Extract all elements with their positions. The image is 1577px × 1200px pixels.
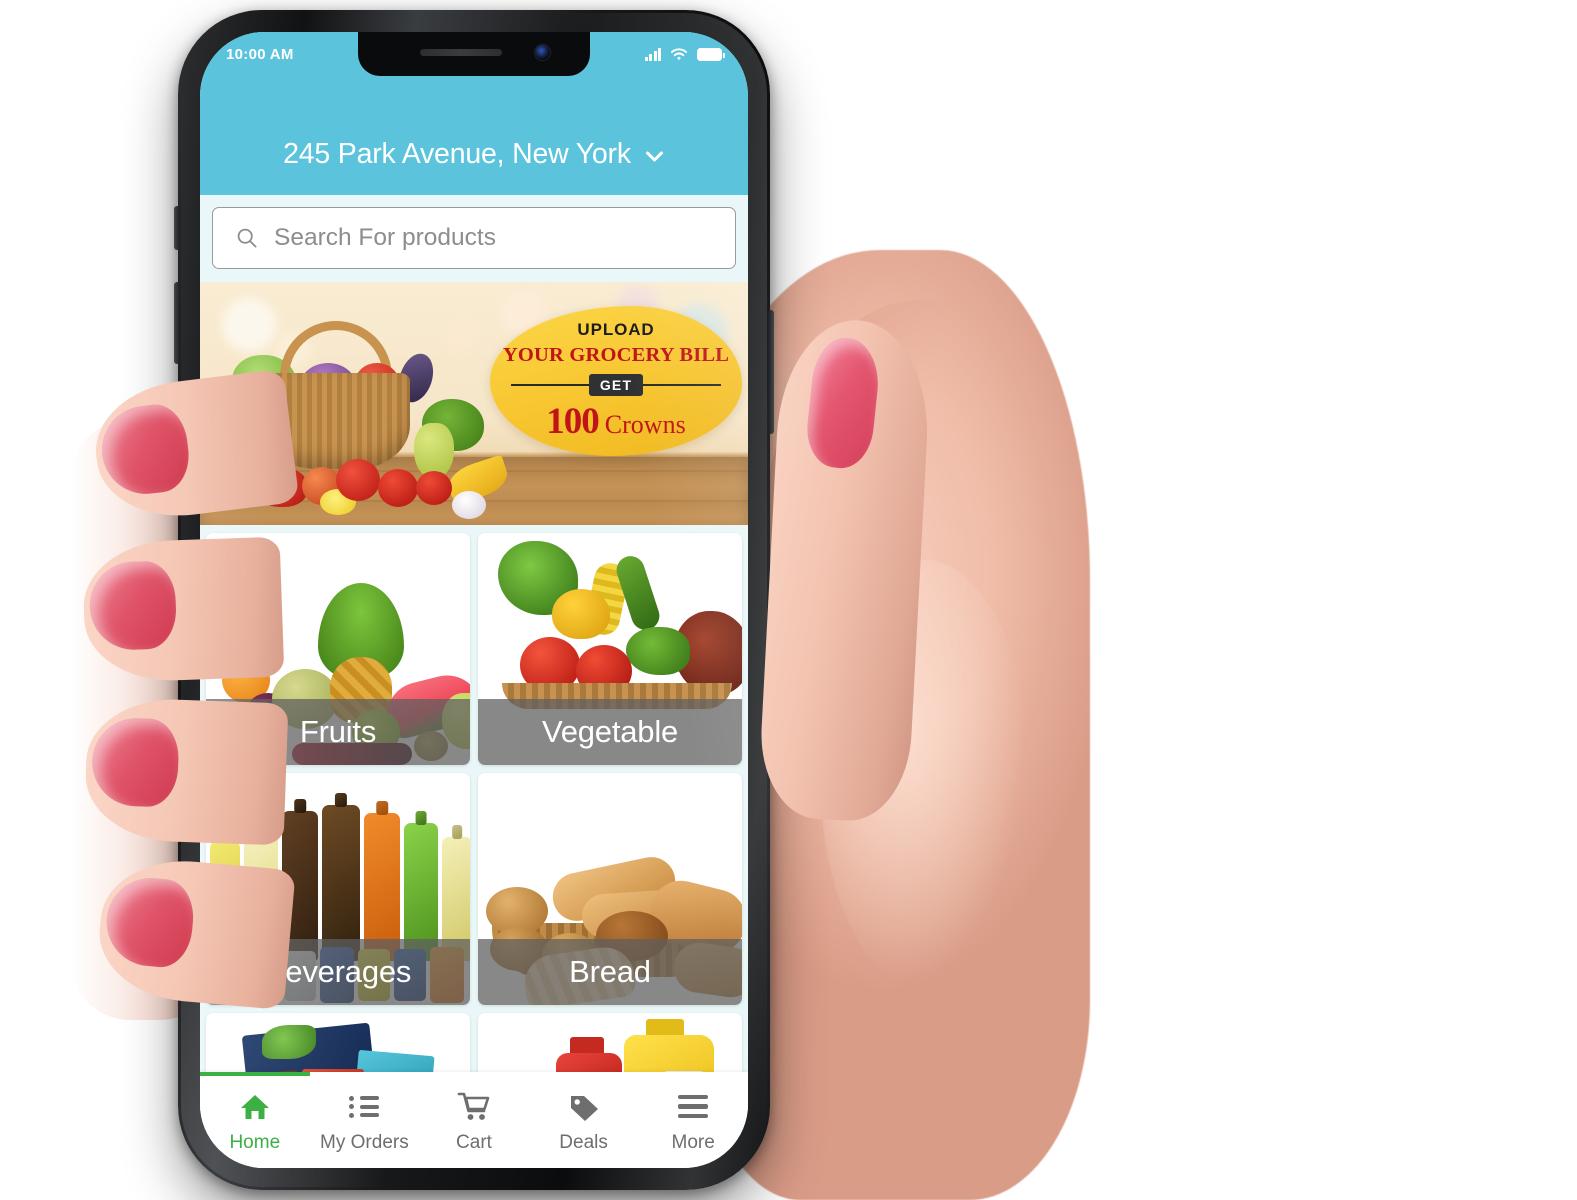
palm-shadow	[760, 300, 1060, 1180]
category-tile-fruits[interactable]: Fruits	[206, 533, 470, 765]
cola-bottle-image	[322, 805, 360, 961]
cart-icon	[457, 1091, 491, 1123]
volume-up-button[interactable]	[174, 282, 180, 364]
badge-amount: 100	[546, 400, 599, 442]
tomato-image	[336, 459, 380, 501]
category-label: Vegetable	[478, 699, 742, 765]
address-selector[interactable]: 245 Park Avenue, New York	[283, 138, 665, 171]
ribbon-image	[262, 1025, 316, 1059]
nav-label: Deals	[559, 1131, 608, 1153]
power-button[interactable]	[768, 310, 774, 434]
thumbnail-polish	[803, 334, 883, 472]
home-scroll-content[interactable]: UPLOAD YOUR GROCERY BILL GET 100 Crowns	[200, 280, 748, 1168]
wicker-basket-image	[262, 373, 410, 469]
onion-image	[452, 491, 486, 519]
category-label: Bread	[478, 939, 742, 1005]
badge-get-row: GET	[511, 373, 722, 396]
search-placeholder: Search For products	[274, 224, 496, 251]
phone-device: 10:00 AM 245 Park Avenue, New York Searc…	[174, 10, 774, 1190]
front-camera-icon	[535, 45, 550, 60]
palm-highlight	[820, 560, 1030, 990]
address-text: 245 Park Avenue, New York	[283, 138, 631, 170]
mute-switch[interactable]	[174, 206, 180, 250]
category-label: Fruits	[206, 699, 470, 765]
badge-upload-label: UPLOAD	[577, 319, 655, 339]
category-grid: Fruits Vegetable Beverages Bread	[200, 525, 748, 1113]
tomato-image	[378, 469, 418, 507]
nav-label: Home	[229, 1131, 281, 1153]
nav-item-cart[interactable]: Cart	[419, 1072, 529, 1168]
badge-bill-label: YOUR GROCERY BILL	[502, 343, 730, 366]
device-notch	[358, 32, 590, 76]
nav-label: My Orders	[320, 1131, 409, 1153]
chevron-down-icon[interactable]	[644, 146, 665, 167]
menu-icon	[676, 1091, 710, 1123]
category-tile-vegetable[interactable]: Vegetable	[478, 533, 742, 765]
category-tile-bread[interactable]: Bread	[478, 773, 742, 1005]
search-input[interactable]: Search For products	[212, 207, 736, 269]
badge-currency: Crowns	[604, 409, 686, 439]
bottom-navigation: Home My Orders Cart Deals More	[200, 1072, 748, 1168]
bokeh	[448, 320, 478, 350]
search-bar-container: Search For products	[200, 195, 748, 282]
nav-label: Cart	[456, 1131, 492, 1153]
category-label: Beverages	[206, 939, 470, 1005]
bokeh	[222, 298, 276, 352]
nav-item-deals[interactable]: Deals	[529, 1072, 639, 1168]
basil-image	[626, 627, 690, 675]
pepper-image	[256, 467, 308, 507]
signal-icon	[644, 47, 661, 61]
search-icon	[237, 228, 257, 248]
screenshot-root: 10:00 AM 245 Park Avenue, New York Searc…	[0, 0, 1577, 1200]
promo-banner[interactable]: UPLOAD YOUR GROCERY BILL GET 100 Crowns	[200, 280, 748, 525]
nav-item-more[interactable]: More	[638, 1072, 748, 1168]
nav-item-my-orders[interactable]: My Orders	[310, 1072, 420, 1168]
active-tab-indicator	[200, 1072, 310, 1076]
status-icon-group	[644, 47, 726, 61]
fingernail	[90, 716, 180, 808]
tag-icon	[567, 1091, 601, 1123]
upload-bill-offer-badge[interactable]: UPLOAD YOUR GROCERY BILL GET 100 Crowns	[490, 306, 742, 456]
badge-reward: 100 Crowns	[546, 400, 685, 443]
divider-right	[643, 383, 722, 386]
phone-screen: 10:00 AM 245 Park Avenue, New York Searc…	[200, 32, 748, 1168]
list-icon	[347, 1091, 381, 1123]
volume-down-button[interactable]	[174, 382, 180, 464]
divider-left	[511, 383, 589, 386]
thumb	[757, 316, 933, 824]
battery-icon	[697, 47, 726, 61]
fingernail	[88, 560, 178, 652]
yellow-pepper-image	[552, 589, 610, 639]
nav-label: More	[671, 1131, 715, 1153]
earpiece-speaker	[420, 49, 502, 56]
tomato-image	[416, 471, 452, 505]
category-tile-beverages[interactable]: Beverages	[206, 773, 470, 1005]
status-time: 10:00 AM	[226, 45, 294, 63]
wifi-icon	[670, 48, 688, 60]
home-icon	[238, 1091, 272, 1123]
badge-get-label: GET	[588, 373, 644, 396]
nav-item-home[interactable]: Home	[200, 1072, 310, 1168]
